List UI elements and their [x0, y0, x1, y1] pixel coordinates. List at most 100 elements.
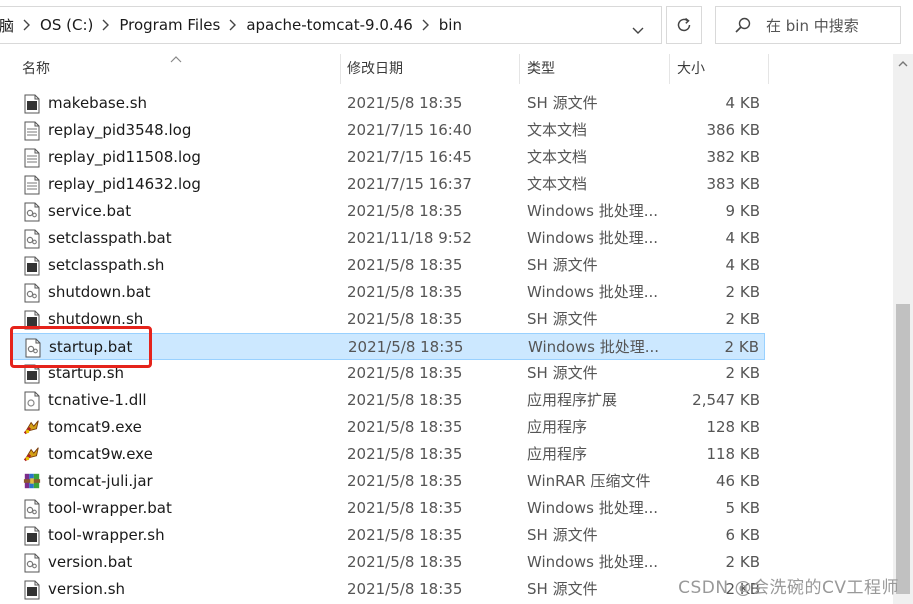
file-type: 应用程序	[527, 418, 588, 436]
file-type: 文本文档	[527, 148, 588, 166]
file-date-modified: 2021/5/8 18:35	[347, 499, 463, 517]
column-divider[interactable]	[340, 54, 341, 84]
batch-file-icon	[23, 553, 41, 573]
breadcrumb-program-files[interactable]: Program Files	[113, 16, 226, 34]
winrar-archive-icon	[23, 472, 41, 492]
chevron-down-icon[interactable]	[631, 23, 645, 37]
file-row[interactable]: replay_pid14632.log 2021/7/15 16:37 文本文档 38…	[12, 171, 765, 198]
watermark-text: CSDN @会洗碗的CV工程师	[678, 578, 899, 598]
file-row[interactable]: shutdown.bat 2021/5/8 18:35 Windows 批处理...…	[12, 279, 765, 306]
file-type: Windows 批处理...	[527, 202, 659, 220]
address-bar[interactable]: 脑 OS (C:) Program Files apache-tomcat-9.…	[0, 6, 662, 44]
file-name: tool-wrapper.bat	[48, 499, 172, 517]
file-date-modified: 2021/5/8 18:35	[347, 283, 463, 301]
script-file-icon	[23, 256, 41, 276]
file-name: makebase.sh	[48, 94, 148, 112]
file-row[interactable]: replay_pid11508.log 2021/7/15 16:45 文本文档 38…	[12, 144, 765, 171]
file-size: 2 KB	[724, 338, 759, 356]
scrollbar-thumb[interactable]	[896, 304, 910, 594]
file-size: 2 KB	[725, 553, 760, 571]
file-name: tomcat9w.exe	[48, 445, 153, 463]
chevron-right-icon[interactable]	[99, 19, 113, 31]
file-row[interactable]: tomcat-juli.jar 2021/5/8 18:35 WinRAR 压缩文件…	[12, 468, 765, 495]
file-size: 4 KB	[725, 256, 760, 274]
column-header-date[interactable]: 修改日期	[347, 54, 403, 84]
file-size: 118 KB	[706, 445, 760, 463]
file-date-modified: 2021/7/15 16:45	[347, 148, 472, 166]
sort-ascending-icon	[170, 56, 182, 63]
file-date-modified: 2021/5/8 18:35	[347, 202, 463, 220]
file-row[interactable]: tomcat9w.exe 2021/5/8 18:35 应用程序 118 KB	[12, 441, 765, 468]
file-date-modified: 2021/5/8 18:35	[348, 338, 464, 356]
file-size: 128 KB	[706, 418, 760, 436]
script-file-icon	[23, 526, 41, 546]
file-name: tool-wrapper.sh	[48, 526, 165, 544]
file-date-modified: 2021/5/8 18:35	[347, 310, 463, 328]
file-name: setclasspath.sh	[48, 256, 165, 274]
column-divider[interactable]	[768, 54, 769, 84]
file-size: 2 KB	[725, 283, 760, 301]
tomcat-app-icon	[23, 418, 41, 438]
file-type: 文本文档	[527, 175, 588, 193]
refresh-button[interactable]	[666, 6, 702, 44]
file-name: version.bat	[48, 553, 133, 571]
file-name: replay_pid11508.log	[48, 148, 201, 166]
file-size: 5 KB	[725, 499, 760, 517]
file-size: 4 KB	[725, 229, 760, 247]
file-type: Windows 批处理...	[528, 338, 660, 356]
file-size: 4 KB	[725, 94, 760, 112]
chevron-right-icon[interactable]	[419, 19, 433, 31]
tomcat-app-icon	[23, 445, 41, 465]
column-divider[interactable]	[519, 54, 520, 84]
breadcrumb-os-c[interactable]: OS (C:)	[34, 16, 99, 34]
chevron-right-icon[interactable]	[20, 19, 34, 31]
file-size: 2 KB	[725, 310, 760, 328]
column-header-name[interactable]: 名称	[22, 54, 50, 84]
file-row[interactable]: version.sh 2021/5/8 18:35 SH 源文件 2 KB	[12, 576, 765, 603]
file-row[interactable]: version.bat 2021/5/8 18:35 Windows 批处理... 2…	[12, 549, 765, 576]
file-row[interactable]: service.bat 2021/5/8 18:35 Windows 批处理... 9…	[12, 198, 765, 225]
batch-file-icon	[23, 499, 41, 519]
script-file-icon	[23, 94, 41, 114]
batch-file-icon	[23, 229, 41, 249]
column-header-size[interactable]: 大小	[677, 54, 705, 84]
file-type: 应用程序	[527, 445, 588, 463]
scroll-up-arrow-icon[interactable]	[896, 58, 910, 70]
breadcrumb-apache-tomcat[interactable]: apache-tomcat-9.0.46	[240, 16, 418, 34]
column-header-row: 名称 修改日期 类型 大小	[0, 54, 913, 84]
file-row[interactable]: replay_pid3548.log 2021/7/15 16:40 文本文档 386…	[12, 117, 765, 144]
file-row[interactable]: tool-wrapper.sh 2021/5/8 18:35 SH 源文件 6 KB	[12, 522, 765, 549]
search-icon	[735, 17, 751, 33]
file-name: shutdown.bat	[48, 283, 151, 301]
search-placeholder[interactable]: 在 bin 中搜索	[766, 15, 859, 36]
file-name: tomcat-juli.jar	[48, 472, 153, 490]
file-type: SH 源文件	[527, 310, 598, 328]
batch-file-icon	[23, 283, 41, 303]
file-row[interactable]: setclasspath.sh 2021/5/8 18:35 SH 源文件 4 KB	[12, 252, 765, 279]
chevron-right-icon[interactable]	[226, 19, 240, 31]
breadcrumb-bin[interactable]: bin	[433, 16, 468, 34]
file-date-modified: 2021/5/8 18:35	[347, 391, 463, 409]
file-row[interactable]: setclasspath.bat 2021/11/18 9:52 Windows 批…	[12, 225, 765, 252]
file-type: SH 源文件	[527, 94, 598, 112]
file-type: 应用程序扩展	[527, 391, 618, 409]
file-row[interactable]: makebase.sh 2021/5/8 18:35 SH 源文件 4 KB	[12, 90, 765, 117]
file-row[interactable]: tool-wrapper.bat 2021/5/8 18:35 Windows 批处…	[12, 495, 765, 522]
file-date-modified: 2021/11/18 9:52	[347, 229, 472, 247]
column-divider[interactable]	[669, 54, 670, 84]
file-date-modified: 2021/5/8 18:35	[347, 580, 463, 598]
file-size: 2 KB	[725, 364, 760, 382]
dll-file-icon	[23, 391, 41, 411]
file-row[interactable]: tomcat9.exe 2021/5/8 18:35 应用程序 128 KB	[12, 414, 765, 441]
file-row[interactable]: tcnative-1.dll 2021/5/8 18:35 应用程序扩展 2,547 …	[12, 387, 765, 414]
text-file-icon	[23, 121, 41, 141]
file-size: 9 KB	[725, 202, 760, 220]
file-size: 2,547 KB	[692, 391, 760, 409]
file-size: 382 KB	[706, 148, 760, 166]
annotation-highlight-box	[10, 326, 152, 368]
search-box[interactable]: 在 bin 中搜索	[715, 6, 901, 44]
file-date-modified: 2021/5/8 18:35	[347, 418, 463, 436]
breadcrumb-this-pc[interactable]: 脑	[0, 15, 20, 36]
column-header-type[interactable]: 类型	[527, 54, 555, 84]
file-date-modified: 2021/5/8 18:35	[347, 553, 463, 571]
